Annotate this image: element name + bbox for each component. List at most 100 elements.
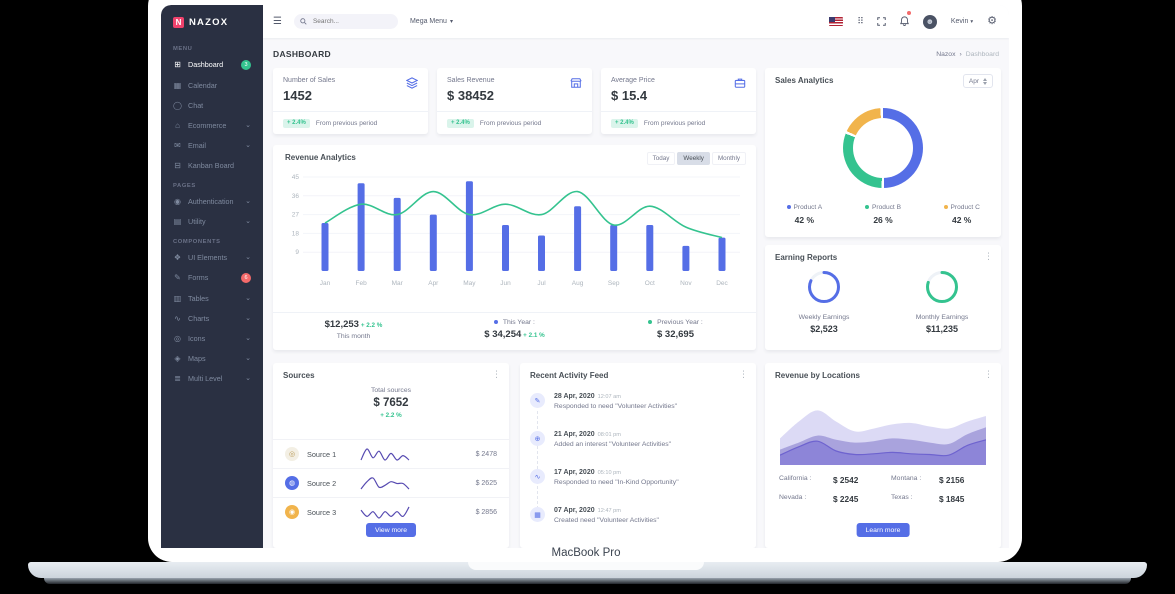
view-more-button[interactable]: View more [366,523,416,537]
user-menu[interactable]: Kevin ▾ [951,18,973,25]
chevron-down-icon: ⌄ [245,334,251,342]
sidebar-item-ecommerce[interactable]: ⌂ Ecommerce ⌄ [161,115,263,135]
legend-product-c: Product C 42 % [922,204,1001,225]
sidebar-item-icons[interactable]: ◎ Icons ⌄ [161,328,263,348]
kebab-menu-icon[interactable]: ⋮ [739,369,748,380]
svg-text:Jul: Jul [537,280,546,287]
kebab-menu-icon[interactable]: ⋮ [492,369,501,380]
sidebar-section-menu: MENU [161,38,263,54]
kebab-menu-icon[interactable]: ⋮ [984,251,993,262]
chevron-down-icon: ⌄ [245,121,251,129]
legend-product-a: Product A 42 % [765,204,844,225]
calendar-icon: ▦ [173,81,182,90]
macbook-base [28,562,1147,578]
forms-badge: 6 [241,273,251,283]
sidebar-item-charts[interactable]: ∿ Charts ⌄ [161,308,263,328]
sidebar-item-authentication[interactable]: ◉ Authentication ⌄ [161,191,263,211]
location-stats: California : $ 2542 Montana : $ 2156 Nev… [779,475,987,504]
sidebar-item-dashboard[interactable]: ⊞ Dashboard 3 [161,54,263,75]
chevron-down-icon: ⌄ [245,141,251,149]
topbar: ☰ Mega Menu ▾ ⠿ [263,5,1009,38]
tab-today[interactable]: Today [647,152,676,165]
menu-toggle-icon[interactable]: ☰ [273,16,282,27]
source-1-icon: ◎ [285,447,299,461]
donut-legend: Product A 42 % Product B 26 % Product C … [765,204,1001,225]
svg-text:Oct: Oct [645,280,655,287]
svg-text:Sep: Sep [608,280,620,287]
revenue-analytics-card: Revenue Analytics Today Weekly Monthly 9… [273,145,756,350]
svg-text:27: 27 [292,212,300,219]
monthly-earnings-radial [924,269,960,305]
utility-icon: ▤ [173,217,182,226]
apps-grid-icon[interactable]: ⠿ [857,17,863,26]
sidebar-item-maps[interactable]: ◈ Maps ⌄ [161,348,263,368]
dashboard-icon: ⊞ [173,60,182,69]
notifications-button[interactable] [900,13,909,31]
notification-dot [907,11,911,15]
chart-icon: ∿ [530,469,545,484]
sources-card: Sources ⋮ Total sources $ 7652 + 2.2 % ◎… [273,363,509,548]
stat-card-number-of-sales: Number of Sales 1452 + 2.4% From previou… [273,68,428,134]
source-3-icon: ◉ [285,505,299,519]
sidebar-item-kanban-board[interactable]: ⊟ Kanban Board [161,155,263,175]
sidebar-item-ui-elements[interactable]: ❖ UI Elements ⌄ [161,247,263,267]
legend-dot [944,205,948,209]
sidebar-item-email[interactable]: ✉ Email ⌄ [161,135,263,155]
feed-item: ⊕ 21 Apr, 202008:01 pm Added an interest… [530,431,748,448]
chevron-down-icon: ⌄ [245,197,251,205]
period-select[interactable]: Apr [963,74,993,88]
svg-text:Aug: Aug [572,280,584,287]
locations-area-chart [780,395,986,465]
delta-badge: + 2.4% [283,119,310,128]
sidebar-item-forms[interactable]: ✎ Forms 6 [161,267,263,288]
sidebar-item-calendar[interactable]: ▦ Calendar [161,75,263,95]
tab-weekly[interactable]: Weekly [677,152,710,165]
svg-text:45: 45 [292,174,300,181]
previous-year-dot [648,320,652,324]
svg-text:Nov: Nov [680,280,692,287]
gear-icon[interactable]: ⚙ [987,16,997,27]
search-input[interactable] [311,17,391,26]
weekly-earnings: Weekly Earnings $2,523 [765,269,883,334]
feed-item: ∿ 17 Apr, 202005:10 pm Responded to need… [530,469,748,486]
breadcrumb: Nazox › Dashboard [936,51,999,58]
svg-text:9: 9 [295,249,299,256]
ui-elements-icon: ❖ [173,253,182,262]
sidebar-item-utility[interactable]: ▤ Utility ⌄ [161,211,263,231]
search-box[interactable] [294,14,398,29]
logo-icon: N [173,17,184,28]
svg-text:Apr: Apr [428,280,439,287]
tab-monthly[interactable]: Monthly [712,152,746,165]
source-2-sparkline [359,476,411,491]
total-sources: Total sources $ 7652 + 2.2 % [273,387,509,419]
mega-menu-button[interactable]: Mega Menu ▾ [410,18,453,25]
logo-text: NAZOX [189,17,228,28]
lock-icon: ◉ [173,197,182,206]
bell-icon [900,16,909,26]
learn-more-button[interactable]: Learn more [857,523,910,537]
device-label: MacBook Pro [436,547,736,559]
source-row-2[interactable]: ◍ Source 2 $ 2625 [273,468,509,497]
fullscreen-icon[interactable] [877,17,886,26]
source-row-3[interactable]: ◉ Source 3 $ 2856 [273,497,509,526]
source-row-1[interactable]: ◎ Source 1 $ 2478 [273,439,509,468]
svg-text:36: 36 [292,193,300,200]
chart-period-tabs: Today Weekly Monthly [647,152,746,165]
user-icon: ⊕ [530,431,545,446]
chevron-down-icon: ⌄ [245,294,251,302]
legend-product-b: Product B 26 % [844,204,923,225]
avatar[interactable]: ☻ [923,15,937,29]
search-icon [300,18,307,25]
sidebar-item-chat[interactable]: ◯ Chat [161,95,263,115]
language-flag-icon[interactable] [829,17,843,26]
chat-icon: ◯ [173,101,182,110]
edit-icon: ✎ [530,393,545,408]
sidebar-item-tables[interactable]: ▥ Tables ⌄ [161,288,263,308]
weekly-earnings-radial [806,269,842,305]
svg-text:Dec: Dec [716,280,728,287]
kebab-menu-icon[interactable]: ⋮ [984,369,993,380]
multi-level-icon: ≣ [173,374,182,383]
logo[interactable]: N NAZOX [161,5,263,38]
sidebar-item-multi-level[interactable]: ≣ Multi Level ⌄ [161,368,263,388]
breadcrumb-root[interactable]: Nazox [936,51,955,58]
